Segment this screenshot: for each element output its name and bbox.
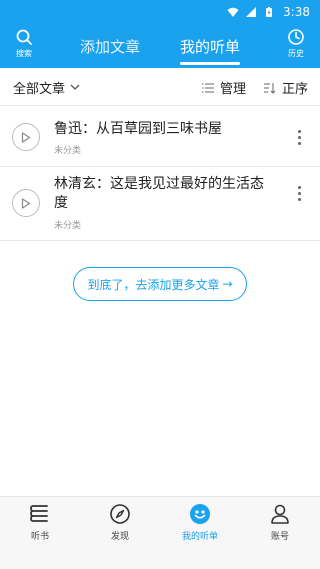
add-more-articles-button[interactable]: 到底了，去添加更多文章 → (73, 267, 247, 301)
person-icon (271, 504, 289, 524)
arrow-right-icon: → (222, 277, 233, 291)
clock-icon (288, 29, 304, 45)
nav-label: 我的听单 (181, 532, 218, 542)
wifi-icon (227, 7, 239, 17)
filter-dropdown[interactable]: 全部文章 (13, 78, 80, 97)
status-bar: 3:38 (0, 0, 320, 24)
article-category: 未分类 (54, 146, 82, 156)
nav-label: 听书 (30, 532, 49, 542)
list-item[interactable]: 林清玄：这是我见过最好的生活态度 未分类 (0, 167, 320, 241)
filter-label: 全部文章 (13, 82, 66, 97)
nav-item-account[interactable]: 账号 (240, 497, 320, 569)
status-time: 3:38 (283, 5, 310, 19)
signal-icon (246, 7, 257, 17)
header-tabs: 添加文章 我的听单 (80, 24, 241, 68)
article-category: 未分类 (54, 221, 82, 231)
more-options-button[interactable] (294, 125, 304, 149)
battery-icon (266, 7, 273, 17)
sort-icon (264, 82, 276, 94)
more-options-button[interactable] (294, 181, 304, 205)
play-icon (21, 197, 31, 209)
tab-my-playlist[interactable]: 我的听单 (179, 24, 241, 68)
article-title: 林清玄：这是我见过最好的生活态度 (54, 176, 264, 211)
search-icon (16, 29, 32, 45)
chevron-down-icon (70, 84, 80, 90)
play-button[interactable] (12, 189, 40, 217)
list-toolbar: 全部文章 管理 正序 (0, 68, 320, 106)
history-label: 历史 (288, 49, 304, 58)
tab-add-article[interactable]: 添加文章 (80, 24, 140, 68)
smile-icon (190, 504, 210, 524)
play-button[interactable] (12, 123, 40, 151)
nav-item-my-playlist[interactable]: 我的听单 (160, 497, 240, 569)
nav-label: 账号 (270, 532, 289, 542)
bottom-nav: 听书 发现 我的听单 账号 (0, 496, 320, 569)
dot-icon (297, 141, 301, 145)
dot-icon (297, 197, 301, 201)
dot-icon (297, 129, 301, 133)
order-label: 正序 (282, 82, 309, 97)
article-title: 鲁迅：从百草园到三味书屋 (54, 121, 222, 137)
manage-button[interactable]: 管理 (202, 78, 246, 97)
manage-label: 管理 (220, 82, 247, 97)
dot-icon (297, 135, 301, 139)
nav-item-discover[interactable]: 发现 (80, 497, 160, 569)
nav-item-listen-book[interactable]: 听书 (0, 497, 80, 569)
dot-icon (297, 185, 301, 189)
app-header: 搜索 添加文章 我的听单 历史 (0, 24, 320, 68)
article-list: 鲁迅：从百草园到三味书屋 未分类 林清玄：这是我见过最好的生活态度 未分类 (0, 110, 320, 241)
history-button[interactable]: 历史 (276, 28, 316, 64)
add-more-label: 到底了，去添加更多文章 (87, 277, 220, 292)
search-button[interactable]: 搜索 (4, 28, 44, 64)
search-label: 搜索 (16, 49, 32, 58)
compass-icon (110, 504, 130, 524)
play-icon (21, 131, 31, 143)
book-icon (30, 505, 48, 522)
sort-order-button[interactable]: 正序 (264, 78, 308, 97)
nav-label: 发现 (110, 532, 129, 542)
list-item[interactable]: 鲁迅：从百草园到三味书屋 未分类 (0, 110, 320, 167)
dot-icon (297, 191, 301, 195)
list-icon (202, 83, 214, 92)
